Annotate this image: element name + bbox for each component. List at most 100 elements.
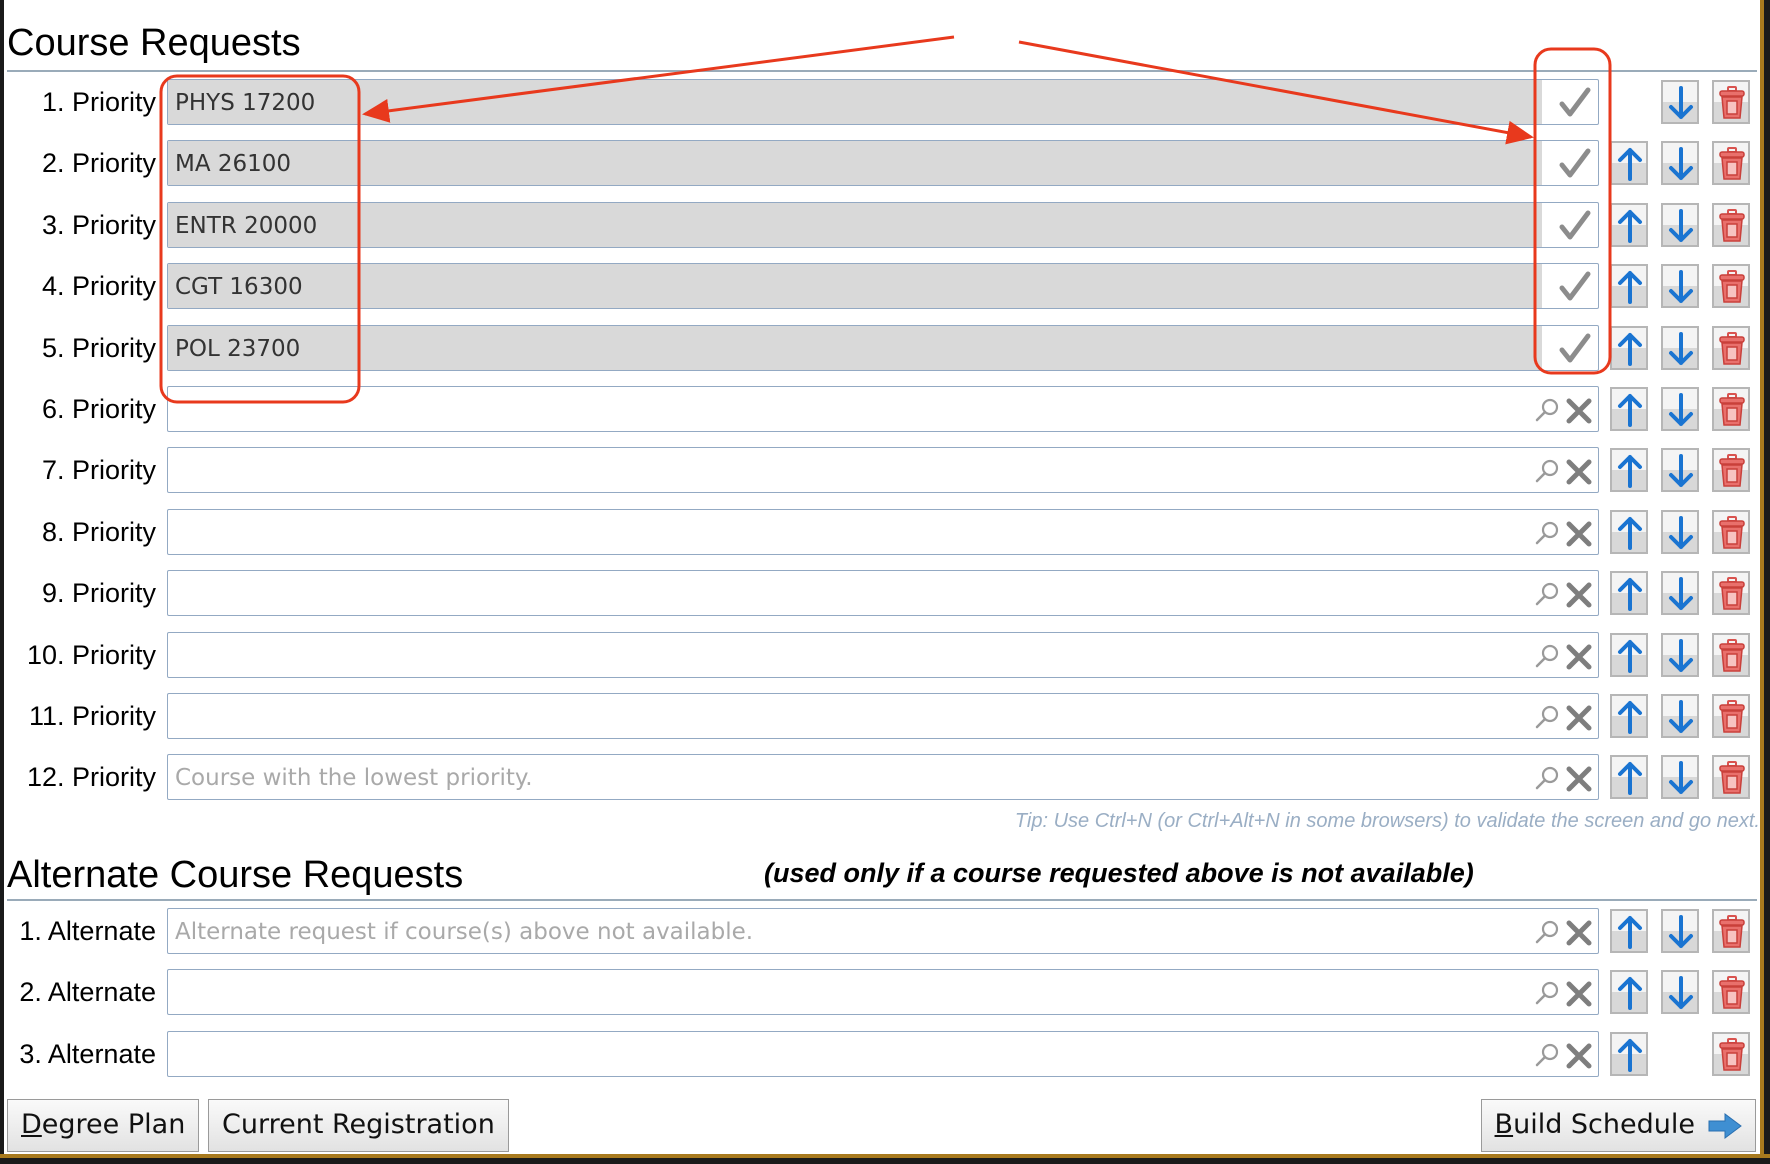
- priority-row: 2. Priority MA 26100: [0, 140, 1770, 188]
- alternate-label: 1. Alternate: [19, 916, 156, 946]
- priority-course-input[interactable]: POL 23700: [167, 324, 1599, 371]
- build-schedule-label: uild Schedule: [1513, 1109, 1695, 1140]
- priority-course-input[interactable]: ENTR 20000: [167, 201, 1599, 248]
- clear-x-icon[interactable]: [1564, 979, 1594, 1009]
- move-up-button[interactable]: [1610, 141, 1648, 186]
- priority-course-input[interactable]: [167, 570, 1599, 617]
- delete-button[interactable]: [1712, 509, 1750, 554]
- priority-course-input[interactable]: [167, 447, 1599, 494]
- move-up-button[interactable]: [1610, 509, 1648, 554]
- clear-x-icon[interactable]: [1564, 519, 1594, 549]
- priority-label: 6. Priority: [41, 394, 156, 424]
- move-up-button[interactable]: [1610, 694, 1648, 738]
- move-down-button[interactable]: [1661, 448, 1699, 493]
- clear-x-icon[interactable]: [1564, 703, 1594, 733]
- move-up-button[interactable]: [1610, 571, 1648, 616]
- alternate-requests-divider: [7, 899, 1757, 901]
- trash-icon: [1719, 147, 1745, 181]
- search-icon[interactable]: [1534, 520, 1560, 546]
- alternate-course-input[interactable]: Alternate request if course(s) above not…: [167, 908, 1599, 954]
- search-icon[interactable]: [1534, 704, 1560, 730]
- search-icon[interactable]: [1534, 397, 1560, 423]
- move-up-button[interactable]: [1610, 909, 1648, 953]
- priority-course-input[interactable]: MA 26100: [167, 140, 1599, 187]
- delete-button[interactable]: [1712, 632, 1750, 677]
- move-down-button[interactable]: [1661, 909, 1699, 953]
- move-down-button[interactable]: [1661, 632, 1699, 677]
- delete-button[interactable]: [1712, 202, 1750, 247]
- priority-row: 4. Priority CGT 16300: [0, 263, 1770, 311]
- move-up-button[interactable]: [1610, 202, 1648, 247]
- move-up-button[interactable]: [1610, 325, 1648, 370]
- clear-x-icon[interactable]: [1564, 580, 1594, 610]
- move-up-button[interactable]: [1610, 387, 1648, 431]
- priority-course-input[interactable]: [167, 508, 1599, 555]
- move-down-button[interactable]: [1661, 141, 1699, 186]
- priority-row: 8. Priority: [0, 508, 1770, 557]
- delete-button[interactable]: [1712, 387, 1750, 431]
- delete-button[interactable]: [1712, 325, 1750, 370]
- move-down-button[interactable]: [1661, 970, 1699, 1015]
- clear-x-icon[interactable]: [1564, 1041, 1594, 1071]
- move-up-button[interactable]: [1610, 632, 1648, 677]
- move-up-button[interactable]: [1610, 448, 1648, 493]
- move-up-button[interactable]: [1610, 755, 1648, 800]
- clear-x-icon[interactable]: [1564, 642, 1594, 672]
- search-icon[interactable]: [1534, 980, 1560, 1006]
- move-down-button[interactable]: [1661, 387, 1699, 431]
- delete-button[interactable]: [1712, 909, 1750, 953]
- delete-button[interactable]: [1712, 1031, 1750, 1076]
- move-down-button[interactable]: [1661, 509, 1699, 554]
- trash-icon: [1719, 86, 1745, 119]
- priority-course-input[interactable]: [167, 631, 1599, 678]
- move-down-button[interactable]: [1661, 202, 1699, 247]
- input-placeholder: Alternate request if course(s) above not…: [175, 919, 754, 945]
- delete-button[interactable]: [1712, 571, 1750, 616]
- move-up-button[interactable]: [1610, 970, 1648, 1015]
- clear-x-icon[interactable]: [1564, 396, 1594, 426]
- move-down-button[interactable]: [1661, 571, 1699, 616]
- clear-x-icon[interactable]: [1564, 918, 1594, 948]
- search-icon[interactable]: [1534, 458, 1560, 484]
- priority-course-input[interactable]: Course with the lowest priority.: [167, 754, 1599, 801]
- arrow-up-icon: [1618, 762, 1642, 796]
- priority-course-input[interactable]: CGT 16300: [167, 263, 1599, 310]
- alternate-row: 2. Alternate: [0, 969, 1770, 1017]
- search-icon[interactable]: [1534, 581, 1560, 607]
- arrow-down-icon: [1669, 976, 1693, 1010]
- search-icon[interactable]: [1534, 643, 1560, 669]
- arrow-up-icon: [1618, 148, 1642, 182]
- degree-plan-button[interactable]: Degree Plan: [7, 1099, 200, 1152]
- alternate-course-input[interactable]: [167, 1030, 1599, 1077]
- alternate-row: 3. Alternate: [0, 1030, 1770, 1079]
- build-schedule-button[interactable]: Build Schedule: [1480, 1099, 1756, 1152]
- priority-course-input[interactable]: [167, 693, 1599, 739]
- alternate-course-input[interactable]: [167, 969, 1599, 1016]
- search-icon[interactable]: [1534, 1042, 1560, 1068]
- search-icon[interactable]: [1534, 765, 1560, 791]
- clear-x-icon[interactable]: [1564, 764, 1594, 794]
- delete-button[interactable]: [1712, 80, 1750, 124]
- priority-course-input[interactable]: PHYS 17200: [167, 79, 1599, 125]
- move-down-button[interactable]: [1661, 264, 1699, 309]
- search-icon[interactable]: [1534, 919, 1560, 945]
- move-up-button[interactable]: [1610, 1031, 1648, 1076]
- move-down-button[interactable]: [1661, 80, 1699, 124]
- move-down-button[interactable]: [1661, 755, 1699, 800]
- arrow-up-icon: [1618, 394, 1642, 427]
- delete-button[interactable]: [1712, 448, 1750, 493]
- delete-button[interactable]: [1712, 755, 1750, 800]
- priority-course-input[interactable]: [167, 386, 1599, 432]
- delete-button[interactable]: [1712, 141, 1750, 186]
- arrow-right-icon: [1708, 1113, 1742, 1139]
- delete-button[interactable]: [1712, 264, 1750, 309]
- move-up-button[interactable]: [1610, 264, 1648, 309]
- delete-button[interactable]: [1712, 694, 1750, 738]
- move-down-button[interactable]: [1661, 325, 1699, 370]
- arrow-down-icon: [1669, 86, 1693, 119]
- current-registration-button[interactable]: Current Registration: [208, 1099, 509, 1152]
- move-down-button[interactable]: [1661, 694, 1699, 738]
- delete-button[interactable]: [1712, 970, 1750, 1015]
- clear-x-icon[interactable]: [1564, 457, 1594, 487]
- trash-icon: [1719, 393, 1745, 426]
